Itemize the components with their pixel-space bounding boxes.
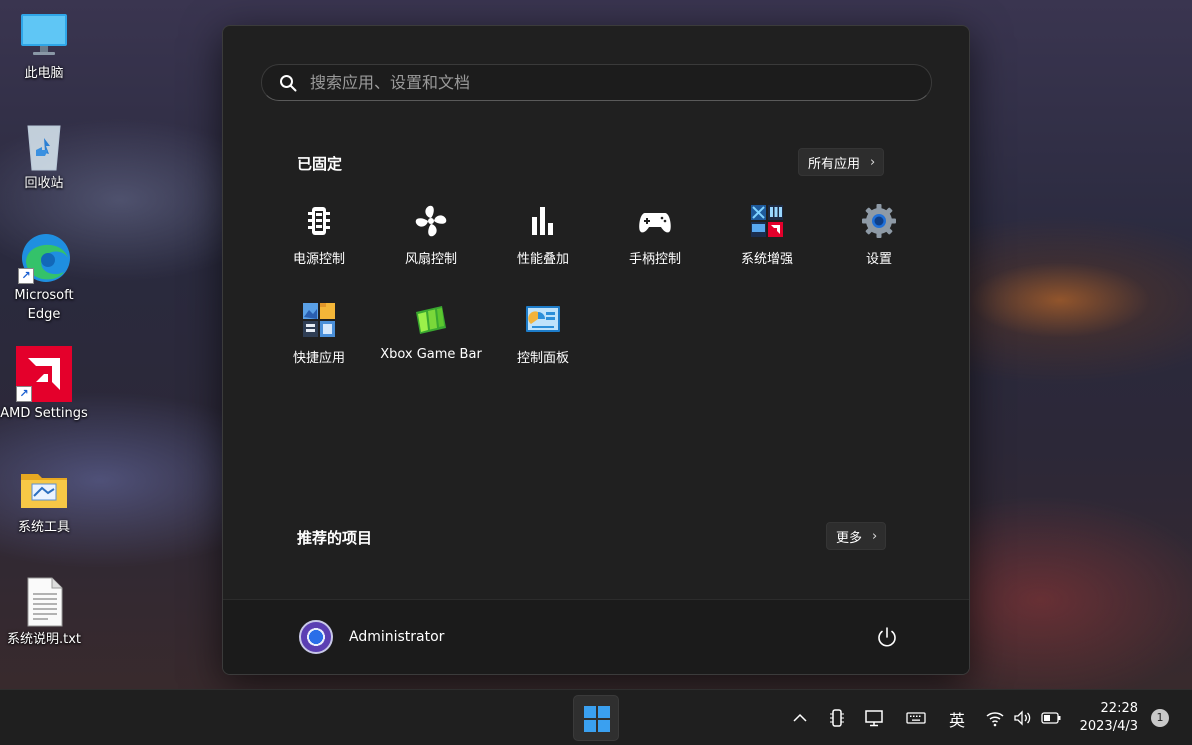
- quick-apps-icon: [303, 303, 335, 337]
- pinned-app-performance-overlay[interactable]: 性能叠加: [487, 201, 599, 289]
- desktop-icon-label: 系统工具: [17, 520, 70, 535]
- pinned-section-title: 已固定: [297, 155, 343, 173]
- desktop-icon-label: AMD Settings: [0, 406, 88, 421]
- text-file-icon: [18, 576, 70, 628]
- fan-icon: [415, 205, 447, 237]
- keyboard-icon[interactable]: [905, 707, 927, 729]
- power-icon[interactable]: [875, 625, 899, 649]
- clock-date: 2023/4/3: [1079, 719, 1138, 734]
- amd-icon: ↗: [16, 346, 72, 402]
- desktop-icon-label: 回收站: [24, 176, 64, 191]
- pinned-app-quick-apps[interactable]: 快捷应用: [263, 300, 375, 388]
- desktop-icon-label: 系统说明.txt: [6, 632, 82, 647]
- pinned-app-xbox-game-bar[interactable]: Xbox Game Bar: [375, 300, 487, 388]
- pinned-app-settings[interactable]: 设置: [823, 201, 935, 289]
- edge-icon: ↗: [18, 232, 70, 284]
- app-label: 性能叠加: [516, 252, 569, 267]
- shortcut-arrow-icon: ↗: [16, 386, 32, 402]
- search-box[interactable]: [261, 64, 932, 101]
- shortcut-arrow-icon: ↗: [18, 268, 34, 284]
- desktop-icon-amd-settings[interactable]: ↗ AMD Settings: [0, 346, 88, 423]
- recycle-bin-icon: [18, 120, 70, 172]
- app-label: 控制面板: [516, 351, 569, 366]
- start-button[interactable]: [573, 695, 619, 741]
- all-apps-button[interactable]: 所有应用 ›: [798, 148, 885, 176]
- battery-icon[interactable]: [1040, 707, 1062, 729]
- notification-badge[interactable]: 1: [1151, 709, 1169, 727]
- pinned-app-power-control[interactable]: 电源控制: [263, 201, 375, 289]
- start-menu: 已固定 所有应用 › 电源控制 风扇控制: [222, 25, 970, 675]
- desktop-icon-label: Microsoft Edge: [14, 288, 74, 322]
- avatar[interactable]: [299, 620, 333, 654]
- chevron-up-icon[interactable]: [790, 707, 810, 729]
- folder-icon: [18, 464, 70, 516]
- app-label: 风扇控制: [404, 252, 457, 267]
- app-label: 手柄控制: [628, 252, 681, 267]
- power-control-icon: [308, 207, 330, 235]
- system-enhance-icon: [751, 205, 783, 237]
- power-control-tray-icon[interactable]: [828, 707, 846, 729]
- more-button[interactable]: 更多 ›: [826, 522, 887, 550]
- app-label: 电源控制: [292, 252, 345, 267]
- pinned-app-system-enhance[interactable]: 系统增强: [711, 201, 823, 289]
- user-bar: Administrator: [223, 599, 969, 674]
- xbox-game-bar-icon: [416, 306, 446, 334]
- settings-gear-icon: [862, 204, 896, 238]
- user-name[interactable]: Administrator: [349, 629, 444, 645]
- clock-time: 22:28: [1100, 701, 1138, 716]
- monitor-icon[interactable]: [864, 707, 884, 729]
- search-icon: [280, 75, 297, 92]
- performance-bars-icon: [532, 207, 553, 235]
- desktop-icon-system-tools[interactable]: 系统工具: [0, 464, 88, 537]
- app-label: 快捷应用: [292, 351, 345, 366]
- pinned-app-gamepad-control[interactable]: 手柄控制: [599, 201, 711, 289]
- computer-icon: [18, 10, 70, 62]
- clock[interactable]: 22:28 2023/4/3: [1080, 700, 1138, 736]
- windows-logo-icon: [584, 706, 610, 732]
- desktop-icon-this-pc[interactable]: 此电脑: [0, 10, 88, 83]
- desktop-icon-recycle-bin[interactable]: 回收站: [0, 120, 88, 193]
- recommended-section-title: 推荐的项目: [297, 529, 373, 547]
- desktop-icon-label: 此电脑: [24, 66, 64, 81]
- search-input[interactable]: [310, 65, 910, 100]
- chevron-right-icon: ›: [872, 528, 878, 544]
- gamepad-icon: [639, 213, 671, 233]
- desktop-icon-readme[interactable]: 系统说明.txt: [0, 576, 88, 649]
- control-panel-icon: [526, 306, 560, 332]
- taskbar: 英 22:28 2023/4/3 1: [0, 689, 1192, 745]
- desktop-icon-edge[interactable]: ↗ Microsoft Edge: [0, 232, 88, 324]
- all-apps-label: 所有应用: [808, 156, 861, 172]
- wifi-icon[interactable]: [985, 707, 1005, 729]
- more-label: 更多: [836, 530, 863, 546]
- chevron-right-icon: ›: [870, 154, 876, 170]
- app-label: Xbox Game Bar: [380, 347, 482, 362]
- pinned-app-control-panel[interactable]: 控制面板: [487, 300, 599, 388]
- input-method-indicator[interactable]: 英: [947, 707, 967, 730]
- app-label: 设置: [865, 252, 892, 267]
- volume-icon[interactable]: [1012, 707, 1032, 729]
- app-label: 系统增强: [740, 252, 793, 267]
- pinned-app-fan-control[interactable]: 风扇控制: [375, 201, 487, 289]
